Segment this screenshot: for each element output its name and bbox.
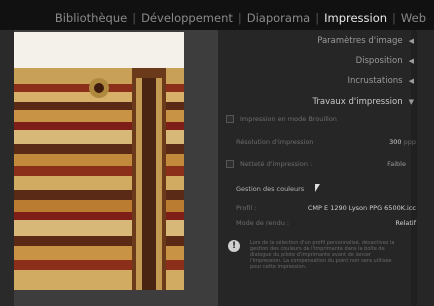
- profile-label: Profil :: [236, 204, 257, 212]
- color-management-section: Gestion des couleurs: [218, 172, 414, 193]
- preview-photo: [14, 68, 184, 290]
- resolution-unit: ppp: [403, 138, 416, 146]
- left-panel-strip: [0, 30, 14, 306]
- right-panel-scrollbar[interactable]: [411, 30, 417, 306]
- info-icon: !: [228, 240, 240, 252]
- rendering-intent-dropdown[interactable]: Relatif: [395, 219, 416, 227]
- module-separator: |: [237, 11, 242, 25]
- module-bibliotheque[interactable]: Bibliothèque: [55, 11, 127, 25]
- module-separator: |: [132, 11, 137, 25]
- rendering-intent-label: Mode de rendu :: [236, 219, 290, 227]
- module-impression[interactable]: Impression: [324, 11, 387, 25]
- collapse-triangle-icon: ◀: [408, 77, 414, 85]
- color-management-note: Lors de la sélection d'un profil personn…: [250, 240, 395, 270]
- panel-title: Disposition: [355, 56, 403, 66]
- panel-header-image-settings[interactable]: Paramètres d'image ◀: [218, 33, 414, 49]
- draft-mode-checkbox[interactable]: [226, 115, 234, 123]
- rendering-intent-row[interactable]: Mode de rendu : Relatif: [236, 216, 416, 230]
- panel-header-print-job[interactable]: Travaux d'impression ▼: [218, 94, 414, 110]
- panel-header-overlays[interactable]: Incrustations ◀: [218, 73, 414, 89]
- sharpen-row[interactable]: Netteté d'impression : Faible: [226, 157, 406, 171]
- resolution-number: 300: [389, 138, 402, 146]
- resolution-row: Résolution d'impression 300 ppp: [236, 135, 416, 149]
- resolution-label: Résolution d'impression: [236, 138, 314, 146]
- module-separator: |: [392, 11, 396, 25]
- mouse-cursor-icon: [315, 184, 323, 192]
- draft-mode-label: Impression en mode Brouillon: [240, 115, 337, 123]
- module-web[interactable]: Web: [401, 11, 426, 25]
- collapse-triangle-icon: ◀: [408, 57, 414, 65]
- color-management-label: Gestion des couleurs: [236, 185, 305, 193]
- panel-title: Incrustations: [347, 76, 403, 86]
- panel-header-layout[interactable]: Disposition ◀: [218, 53, 414, 69]
- sharpen-value[interactable]: Faible: [387, 160, 406, 168]
- module-picker: Bibliothèque | Développement | Diaporama | …: [55, 11, 426, 25]
- module-separator: |: [315, 11, 320, 25]
- panel-title: Travaux d'impression: [312, 97, 403, 107]
- panel-title: Paramètres d'image: [317, 36, 403, 46]
- sharpen-checkbox[interactable]: [226, 160, 234, 168]
- color-management-header[interactable]: Gestion des couleurs: [236, 182, 416, 196]
- profile-dropdown[interactable]: CMP E 1290 Lyson PPG 6500K.icc: [308, 204, 416, 212]
- module-developpement[interactable]: Développement: [141, 11, 233, 25]
- sharpen-label: Netteté d'impression :: [240, 160, 313, 168]
- expand-triangle-icon: ▼: [408, 98, 414, 106]
- resolution-value[interactable]: 300 ppp: [389, 138, 416, 146]
- collapse-triangle-icon: ◀: [408, 37, 414, 45]
- profile-row[interactable]: Profil : CMP E 1290 Lyson PPG 6500K.icc: [236, 201, 416, 215]
- module-diaporama[interactable]: Diaporama: [247, 11, 310, 25]
- draft-mode-row[interactable]: Impression en mode Brouillon: [226, 112, 406, 126]
- ornate-ceiling-image: [14, 68, 184, 290]
- module-picker-bar: Bibliothèque | Développement | Diaporama | …: [0, 0, 434, 30]
